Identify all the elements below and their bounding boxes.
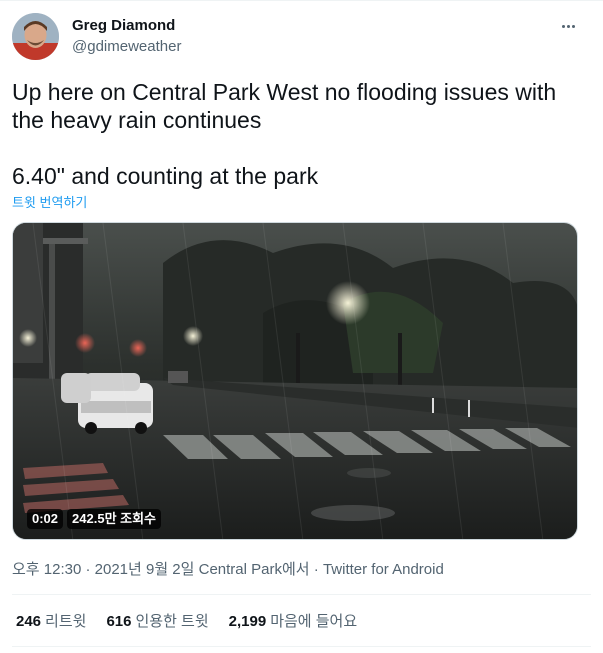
meta-separator: · (81, 561, 95, 578)
avatar-photo (12, 13, 59, 60)
quotes-label: 인용한 트윗 (135, 613, 209, 630)
tweet-date[interactable]: 2021년 9월 2일 (95, 561, 195, 578)
author-name[interactable]: Greg Diamond (72, 17, 175, 34)
more-options-button[interactable] (556, 16, 580, 36)
likes-count: 2,199 (228, 613, 267, 630)
avatar[interactable] (12, 13, 59, 60)
quote-tweets-stat[interactable]: 616 인용한 트윗 (106, 610, 208, 631)
translate-tweet-link[interactable]: 트윗 번역하기 (12, 192, 87, 211)
divider (12, 594, 591, 595)
quotes-count: 616 (106, 613, 132, 630)
likes-label: 마음에 들어요 (270, 613, 358, 630)
top-border (0, 0, 603, 1)
tweet-location[interactable]: Central Park에서 (194, 561, 310, 578)
video-player[interactable]: 0:02 242.5만 조회수 (12, 222, 578, 540)
tweet-text: Up here on Central Park West no flooding… (12, 79, 557, 189)
tweet-time[interactable]: 오후 12:30 (12, 561, 81, 578)
likes-stat[interactable]: 2,199 마음에 들어요 (229, 610, 358, 631)
video-view-count: 242.5만 조회수 (67, 509, 162, 529)
retweets-stat[interactable]: 246 리트윗 (16, 610, 86, 631)
tweet-source[interactable]: Twitter for Android (323, 561, 444, 578)
retweets-label: 리트윗 (45, 613, 87, 630)
video-duration: 0:02 (27, 509, 64, 529)
video-badges: 0:02 242.5만 조회수 (27, 509, 162, 529)
tweet-stats: 246 리트윗 616 인용한 트윗 2,199 마음에 들어요 (16, 610, 357, 631)
tweet-meta: 오후 12:30 · 2021년 9월 2일 Central Park에서 · … (12, 558, 444, 579)
video-thumbnail (13, 223, 577, 539)
divider (12, 646, 591, 647)
retweets-count: 246 (16, 613, 42, 630)
author-handle[interactable]: @gdimeweather (72, 38, 181, 55)
more-horizontal-icon (561, 24, 575, 28)
meta-separator: · (309, 561, 323, 578)
